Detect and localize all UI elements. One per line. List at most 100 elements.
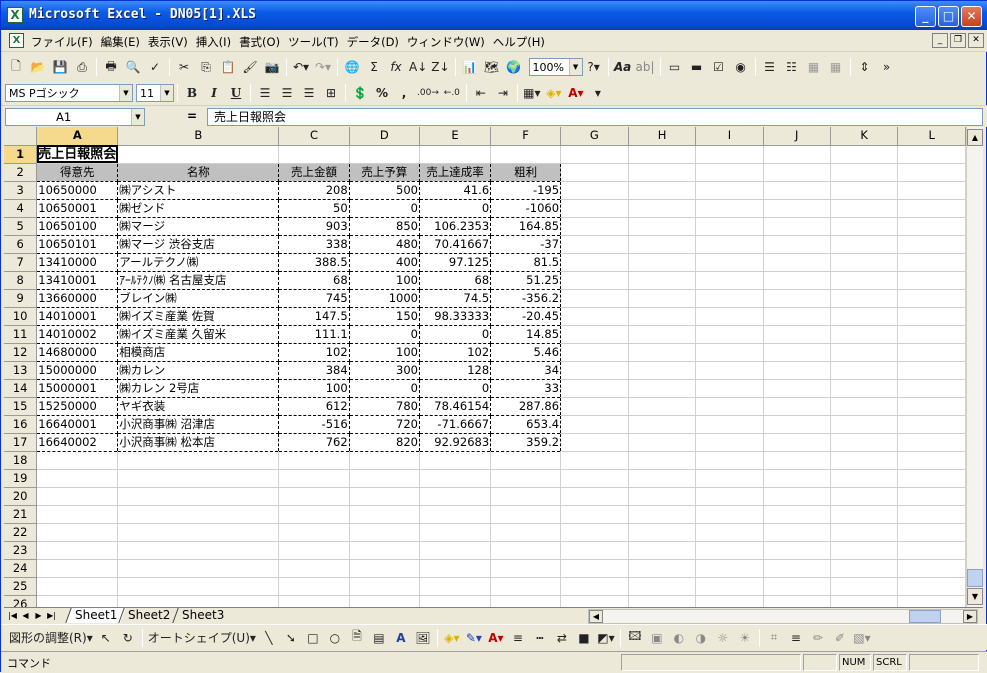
cell[interactable] [490, 505, 562, 524]
image-control-icon[interactable]: ▣ [648, 628, 666, 648]
cell[interactable] [830, 595, 899, 607]
contrast-down-icon[interactable]: ◑ [692, 628, 710, 648]
cell[interactable] [897, 487, 966, 506]
font-color-draw-icon[interactable]: A▾ [487, 628, 505, 648]
data-cell[interactable]: 128 [419, 361, 492, 380]
line-color-icon[interactable]: ✎▾ [465, 628, 483, 648]
cell[interactable] [763, 577, 831, 596]
data-cell[interactable]: 0 [349, 325, 420, 344]
cell[interactable] [897, 433, 966, 452]
vertical-scrollbar[interactable]: ▲ ▼ [966, 127, 983, 607]
data-cell[interactable]: ㈱アシスト [117, 181, 280, 200]
cell[interactable] [117, 487, 280, 506]
cell[interactable] [560, 307, 629, 326]
cell[interactable] [897, 343, 966, 362]
autoshape-menu[interactable]: オートシェイプ(U) ▾ [148, 628, 256, 648]
row-header[interactable]: 21 [4, 505, 38, 524]
data-cell[interactable]: -195 [490, 181, 562, 200]
row-header[interactable]: 8 [4, 271, 38, 290]
bold-button[interactable]: B [183, 83, 201, 103]
data-cell[interactable]: 41.6 [419, 181, 492, 200]
comma-button[interactable]: , [395, 83, 413, 103]
crop-icon[interactable]: ⌗ [765, 628, 783, 648]
toolbar-options-icon[interactable]: ▾ [589, 83, 607, 103]
format-painter-icon[interactable]: 🖌 [241, 57, 259, 77]
data-cell[interactable]: 10650101 [36, 235, 119, 254]
cell[interactable] [763, 199, 831, 218]
column-label-cell[interactable]: 名称 [117, 162, 280, 182]
line-style-pic-icon[interactable]: ≡ [787, 628, 805, 648]
data-cell[interactable]: 16640002 [36, 433, 119, 452]
data-cell[interactable]: 359.2 [490, 433, 562, 452]
arrow-icon[interactable]: ➘ [282, 628, 300, 648]
column-header[interactable]: D [349, 127, 420, 146]
cell[interactable] [628, 253, 697, 272]
cell[interactable] [897, 415, 966, 434]
data-cell[interactable]: -20.45 [490, 307, 562, 326]
sort-ascending-icon[interactable]: A↓ [409, 57, 427, 77]
cell[interactable] [419, 559, 492, 578]
row-header[interactable]: 19 [4, 469, 38, 488]
tab-sheet2[interactable]: Sheet2 [118, 608, 180, 623]
cell[interactable] [763, 379, 831, 398]
undo-icon[interactable]: ↶▾ [292, 57, 310, 77]
cell[interactable] [695, 235, 764, 254]
data-cell[interactable]: ヤギ衣装 [117, 397, 280, 416]
cell[interactable] [419, 145, 492, 164]
cell[interactable] [628, 361, 697, 380]
data-cell[interactable]: 0 [419, 199, 492, 218]
data-cell[interactable]: -37 [490, 235, 562, 254]
maximize-button[interactable]: □ [938, 6, 959, 27]
cell[interactable] [36, 559, 119, 578]
row-header[interactable]: 13 [4, 361, 38, 380]
data-cell[interactable]: ㈱マージ 渋谷支店 [117, 235, 280, 254]
cell[interactable] [349, 505, 420, 524]
cell[interactable] [830, 433, 899, 452]
cell[interactable] [628, 433, 697, 452]
cell[interactable] [36, 469, 119, 488]
dash-style-icon[interactable]: ┅ [531, 628, 549, 648]
data-cell[interactable]: 388.5 [278, 253, 350, 272]
row-header[interactable]: 2 [4, 163, 38, 182]
print-icon[interactable]: 🖶 [102, 57, 120, 77]
menu-item[interactable]: 書式(O) [239, 34, 280, 50]
cell[interactable] [763, 559, 831, 578]
cell[interactable] [560, 541, 629, 560]
cell[interactable] [560, 577, 629, 596]
doc-restore-button[interactable]: ❐ [950, 33, 966, 48]
cell[interactable] [830, 415, 899, 434]
borders-icon[interactable]: ▦▾ [523, 83, 541, 103]
close-button[interactable]: ✕ [961, 6, 982, 27]
cell[interactable] [419, 469, 492, 488]
shadow-icon[interactable]: ■ [575, 628, 593, 648]
cell[interactable] [117, 577, 280, 596]
cell[interactable] [628, 145, 697, 164]
cell[interactable] [830, 181, 899, 200]
scroll-right-icon[interactable]: ▶ [963, 610, 977, 623]
data-cell[interactable]: 相模商店 [117, 343, 280, 362]
column-header[interactable]: K [830, 127, 899, 146]
data-cell[interactable]: 102 [419, 343, 492, 362]
data-cell[interactable]: -516 [278, 415, 350, 434]
cell[interactable] [490, 595, 562, 607]
cell[interactable] [628, 163, 697, 182]
last-sheet-icon[interactable]: ▶| [45, 609, 58, 623]
cell[interactable] [897, 253, 966, 272]
cell[interactable] [117, 451, 280, 470]
data-cell[interactable]: 13410001 [36, 271, 119, 290]
data-cell[interactable]: 78.46154 [419, 397, 492, 416]
rectangle-icon[interactable]: □ [304, 628, 322, 648]
cell[interactable] [763, 145, 831, 164]
menu-item[interactable]: 編集(E) [101, 34, 140, 50]
cell[interactable] [628, 289, 697, 308]
cell[interactable] [628, 325, 697, 344]
row-header[interactable]: 11 [4, 325, 38, 344]
cell[interactable] [419, 577, 492, 596]
minimize-button[interactable]: _ [915, 6, 936, 27]
textbox-icon[interactable]: ab| [636, 57, 655, 77]
open-icon[interactable]: 📂 [29, 57, 47, 77]
data-cell[interactable]: 14010002 [36, 325, 119, 344]
data-cell[interactable]: 850 [349, 217, 420, 236]
cell[interactable] [830, 307, 899, 326]
data-cell[interactable]: 1000 [349, 289, 420, 308]
